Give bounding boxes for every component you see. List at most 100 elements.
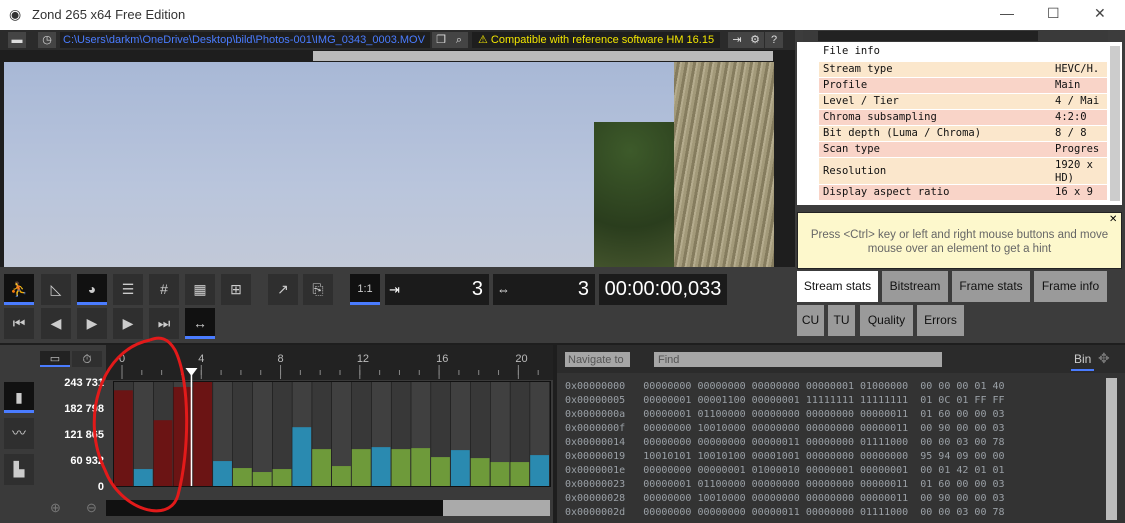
frame-number[interactable]: ⇥ 3 bbox=[385, 274, 489, 305]
frame-number-decode[interactable]: ⇔ 3 bbox=[493, 274, 595, 305]
bar-background bbox=[252, 382, 273, 486]
frame-decode-value: 3 bbox=[577, 278, 589, 300]
y-tick-label: 121 865 bbox=[64, 429, 104, 441]
help-icon[interactable]: ? bbox=[765, 32, 783, 48]
file-info-vscroll[interactable] bbox=[1110, 46, 1120, 201]
find-file-icon[interactable]: ⌕ bbox=[450, 32, 468, 48]
hex-bytes: 01 60 00 00 03 bbox=[920, 409, 1005, 420]
x-tick-label: 8 bbox=[278, 353, 284, 365]
chart-scroll-thumb[interactable] bbox=[443, 500, 550, 516]
frame-width-icon: ⇔ bbox=[497, 282, 510, 297]
first-frame-icon[interactable]: ⏮ bbox=[4, 308, 34, 339]
navigate-to-input[interactable] bbox=[565, 352, 630, 367]
hint-close-icon[interactable]: ✕ bbox=[1109, 214, 1117, 225]
hex-offset: 0x00000005 bbox=[565, 395, 626, 406]
maximize-button[interactable]: ☐ bbox=[1047, 5, 1060, 22]
bin-mode-button[interactable]: Bin bbox=[1071, 352, 1095, 371]
bar-frame-10 bbox=[312, 449, 331, 486]
file-info-row: Stream type HEVC/H. bbox=[819, 62, 1107, 77]
tab-quality[interactable]: Quality bbox=[860, 305, 913, 336]
tab-cu[interactable]: CU bbox=[797, 305, 824, 336]
grid-rows-icon[interactable]: ☰ bbox=[113, 274, 143, 305]
x-tick-label: 12 bbox=[357, 353, 369, 365]
settings-gear-icon[interactable]: ⚙ bbox=[746, 32, 764, 48]
hex-bits: 00000000 00000000 00000011 00000000 0111… bbox=[643, 507, 909, 518]
play-icon[interactable]: ▶ bbox=[77, 308, 107, 339]
frame-number-value: 3 bbox=[471, 278, 483, 300]
frame-size-chart: ▭ ⏱ ▮ 〰 ▙ ⊕ ⊖ 0 4 8 12 16 20 243 731 182 798 121… bbox=[0, 345, 553, 523]
playback-controls: ⛹ ◺ ◕ ☰ # ▦ ⊞ ↗ ⎘ 1:1 ⇥ 3 ⇔ 3 00:00:00,033… bbox=[0, 267, 795, 343]
y-tick-label: 243 731 bbox=[64, 377, 104, 389]
tab-stream-stats[interactable]: Stream stats bbox=[797, 271, 878, 302]
y-tick-label: 0 bbox=[98, 481, 104, 493]
hex-bytes: 95 94 09 00 00 bbox=[920, 451, 1005, 462]
hex-bits: 00000001 00001100 00000001 11111111 1111… bbox=[643, 395, 909, 406]
block-grid-icon[interactable]: ▦ bbox=[185, 274, 215, 305]
tab-tu[interactable]: TU bbox=[828, 305, 855, 336]
hex-bytes: 00 00 03 00 78 bbox=[920, 507, 1005, 518]
last-frame-icon[interactable]: ⏭ bbox=[149, 308, 179, 339]
hex-offset: 0x00000000 bbox=[565, 381, 626, 392]
grid-icon[interactable]: # bbox=[149, 274, 179, 305]
close-button[interactable]: ✕ bbox=[1094, 5, 1106, 22]
tab-bitstream[interactable]: Bitstream bbox=[882, 271, 948, 302]
bar-frame-6 bbox=[232, 468, 252, 486]
export-icon[interactable]: ⇥ bbox=[728, 32, 746, 48]
hex-bits: 00000001 01100000 00000000 00000000 0000… bbox=[643, 409, 909, 420]
copy-icon[interactable]: ❐ bbox=[432, 32, 450, 48]
next-frame-icon[interactable]: ▶ bbox=[113, 308, 143, 339]
video-scrollbar[interactable] bbox=[0, 50, 785, 62]
open-folder-icon[interactable]: ▬ bbox=[8, 32, 26, 48]
compare-icon[interactable]: ⎘ bbox=[303, 274, 333, 305]
file-info-row: Profile Main bbox=[819, 78, 1107, 93]
hex-row: 0x0000001e 00000000 00000001 01000010 00… bbox=[565, 465, 1005, 476]
file-path[interactable]: C:\Users\darkm\OneDrive\Desktop\bild\Pho… bbox=[60, 32, 430, 48]
bar-frame-4 bbox=[193, 382, 213, 486]
hex-offset: 0x00000028 bbox=[565, 493, 626, 504]
file-info-key: Scan type bbox=[823, 143, 880, 155]
prev-frame-icon[interactable]: ◀ bbox=[41, 308, 71, 339]
file-info-row: Scan type Progres bbox=[819, 142, 1107, 157]
motion-vector-icon[interactable]: ↗ bbox=[268, 274, 298, 305]
bar-frame-8 bbox=[272, 469, 292, 486]
find-input[interactable] bbox=[654, 352, 942, 367]
compatibility-notice: ⚠ Compatible with reference software HM … bbox=[472, 32, 720, 48]
color-mode-icon[interactable]: ◕ bbox=[77, 274, 107, 305]
hex-bytes: 00 01 42 01 01 bbox=[920, 465, 1005, 476]
file-info-hscroll[interactable] bbox=[803, 30, 1108, 42]
file-info-value: 1920 x HD) bbox=[1055, 159, 1093, 184]
timecode: 00:00:00,033 bbox=[599, 274, 727, 305]
file-info-key: Display aspect ratio bbox=[823, 186, 950, 198]
chart-scrollbar[interactable] bbox=[106, 500, 550, 516]
move-icon[interactable]: ✥ bbox=[1098, 350, 1110, 367]
chart-plot[interactable]: 0 4 8 12 16 20 243 731 182 798 121 865 60 932 0 bbox=[0, 345, 553, 523]
gradient-view-icon[interactable]: ◺ bbox=[41, 274, 71, 305]
hex-offset: 0x0000002d bbox=[565, 507, 626, 518]
exit-mode-icon[interactable]: ⛹ bbox=[4, 274, 34, 305]
hint-box: Press <Ctrl> key or left and right mouse… bbox=[797, 212, 1122, 269]
tab-frame-stats[interactable]: Frame stats bbox=[952, 271, 1030, 302]
file-info-row: Resolution 1920 x HD) bbox=[819, 158, 1107, 184]
scroll-thumb[interactable] bbox=[313, 51, 773, 61]
file-info-key: Chroma subsampling bbox=[823, 111, 937, 123]
field bbox=[674, 62, 774, 267]
x-tick-label: 0 bbox=[119, 353, 125, 365]
hex-bits: 00000000 10010000 00000000 00000000 0000… bbox=[643, 423, 909, 434]
minimize-button[interactable]: — bbox=[1000, 5, 1014, 21]
timeline-ruler bbox=[106, 345, 553, 380]
tab-errors[interactable]: Errors bbox=[917, 305, 964, 336]
tab-frame-info[interactable]: Frame info bbox=[1034, 271, 1107, 302]
loop-icon[interactable]: ↔ bbox=[185, 308, 215, 339]
hex-bits: 00000000 00000000 00000000 00000001 0100… bbox=[643, 381, 909, 392]
history-clock-icon[interactable]: ◷ bbox=[38, 32, 56, 48]
hex-offset: 0x00000019 bbox=[565, 451, 626, 462]
partition-icon[interactable]: ⊞ bbox=[221, 274, 251, 305]
hex-vscroll[interactable] bbox=[1106, 378, 1117, 520]
y-tick-label: 60 932 bbox=[70, 455, 104, 467]
zoom-1to1-icon[interactable]: 1:1 bbox=[350, 274, 380, 305]
file-info-key: Resolution bbox=[823, 165, 887, 177]
hex-bits: 10010101 10010100 00001001 00000000 0000… bbox=[643, 451, 909, 462]
file-info-value: Main bbox=[1055, 79, 1081, 91]
hex-bytes: 00 90 00 00 03 bbox=[920, 493, 1005, 504]
x-tick-label: 4 bbox=[198, 353, 204, 365]
